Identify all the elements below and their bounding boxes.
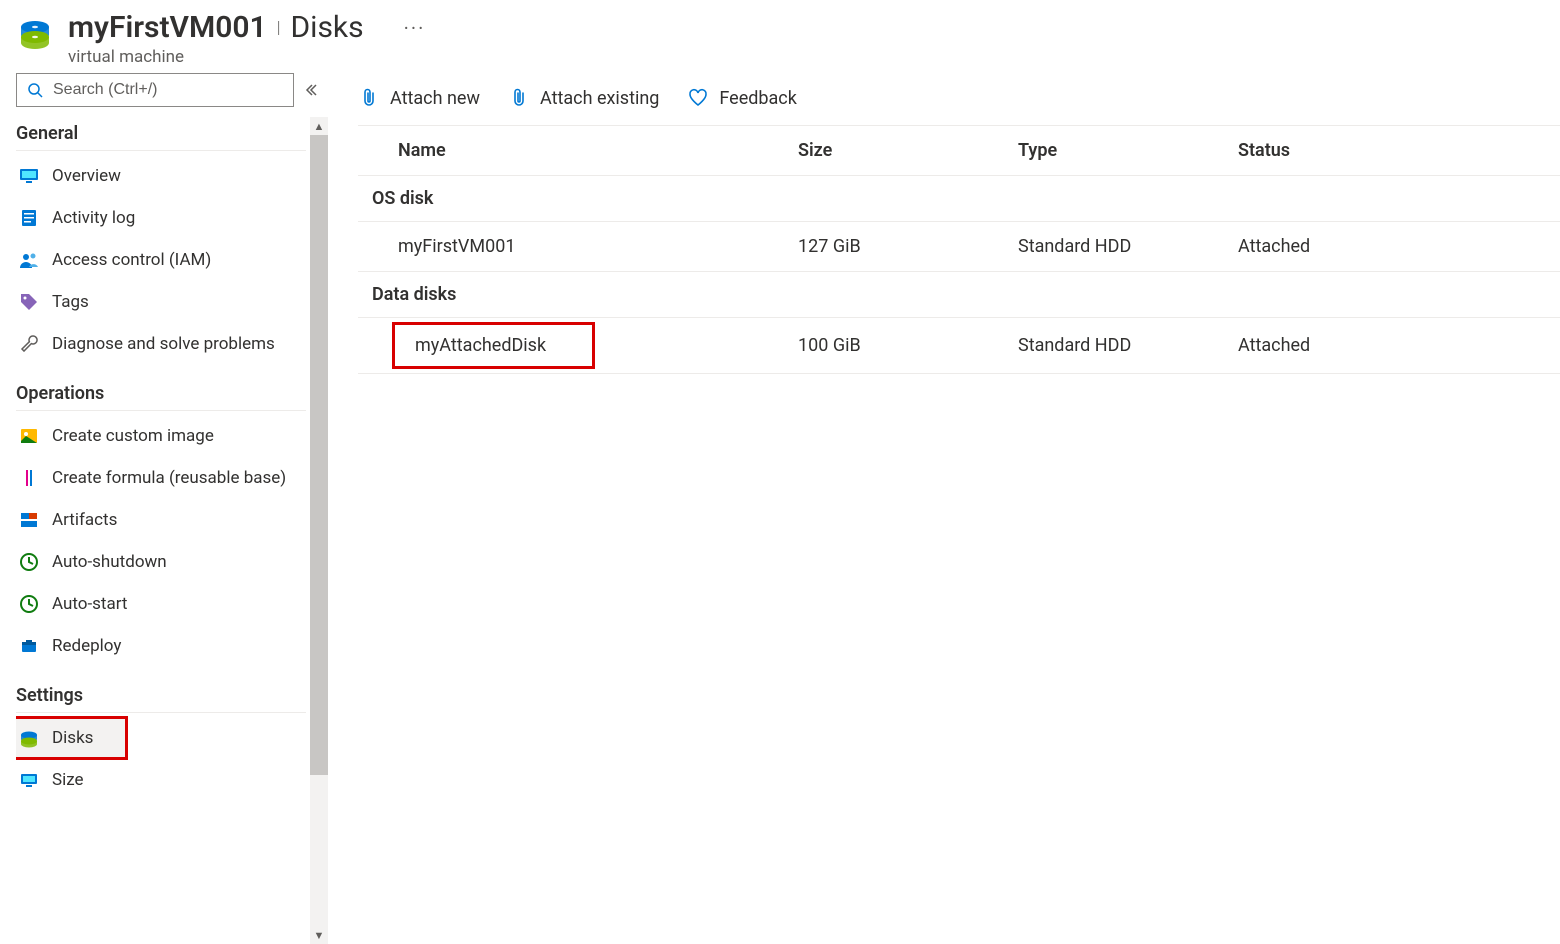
- size-icon: [18, 769, 40, 791]
- sidebar-item-label: Overview: [52, 166, 121, 186]
- sidebar-item-label: Redeploy: [52, 636, 121, 656]
- col-header-status[interactable]: Status: [1238, 140, 1560, 161]
- sidebar-item-label: Create formula (reusable base): [52, 468, 286, 488]
- sidebar-scrollbar[interactable]: ▲ ▼: [310, 117, 328, 944]
- artifacts-icon: [18, 509, 40, 531]
- paperclip-icon: [358, 87, 380, 109]
- sidebar-item-diagnose[interactable]: Diagnose and solve problems: [16, 323, 310, 365]
- sidebar-item-create-custom-image[interactable]: Create custom image: [16, 415, 310, 457]
- title-divider: |: [277, 18, 281, 38]
- flask-icon: [18, 467, 40, 489]
- sidebar-item-label: Auto-start: [52, 594, 127, 614]
- sidebar: General Overview Activity log: [0, 73, 328, 944]
- clock-icon: [18, 551, 40, 573]
- disk-name: myFirstVM001: [398, 236, 798, 257]
- search-input-wrapper[interactable]: [16, 73, 294, 107]
- scroll-down-arrow[interactable]: ▼: [310, 926, 328, 944]
- group-os-disk[interactable]: OS disk: [358, 176, 1560, 222]
- feedback-button[interactable]: Feedback: [687, 87, 796, 109]
- sidebar-item-auto-shutdown[interactable]: Auto-shutdown: [16, 541, 310, 583]
- col-header-name[interactable]: Name: [398, 140, 798, 161]
- more-actions-button[interactable]: ···: [404, 16, 426, 40]
- sidebar-item-label: Artifacts: [52, 510, 117, 530]
- search-input[interactable]: [51, 80, 283, 100]
- attach-existing-button[interactable]: Attach existing: [508, 87, 659, 109]
- sidebar-item-label: Tags: [52, 292, 89, 312]
- group-data-disks[interactable]: Data disks: [358, 272, 1560, 318]
- attach-new-button[interactable]: Attach new: [358, 87, 480, 109]
- page-section: Disks: [290, 10, 363, 45]
- disk-type: Standard HDD: [1018, 335, 1238, 356]
- sidebar-item-label: Create custom image: [52, 426, 214, 446]
- disk-status: Attached: [1238, 236, 1560, 257]
- sidebar-item-redeploy[interactable]: Redeploy: [16, 625, 310, 667]
- col-header-type[interactable]: Type: [1018, 140, 1238, 161]
- sidebar-item-label: Diagnose and solve problems: [52, 334, 275, 354]
- tag-icon: [18, 291, 40, 313]
- sidebar-section-general: General: [16, 117, 306, 151]
- search-icon: [27, 82, 43, 98]
- collapse-sidebar-button[interactable]: [302, 81, 320, 99]
- toolbar: Attach new Attach existing Feedback: [358, 73, 1560, 126]
- sidebar-item-access-control[interactable]: Access control (IAM): [16, 239, 310, 281]
- sidebar-item-label: Access control (IAM): [52, 250, 211, 270]
- sidebar-item-create-formula[interactable]: Create formula (reusable base): [16, 457, 310, 499]
- clock-icon: [18, 593, 40, 615]
- table-row[interactable]: myAttachedDisk 100 GiB Standard HDD Atta…: [358, 318, 1560, 374]
- scroll-up-arrow[interactable]: ▲: [310, 117, 328, 135]
- sidebar-item-label: Disks: [52, 728, 93, 748]
- sidebar-item-disks[interactable]: Disks: [16, 717, 127, 759]
- sidebar-section-settings: Settings: [16, 667, 306, 713]
- col-header-size[interactable]: Size: [798, 140, 1018, 161]
- resource-type-label: virtual machine: [68, 47, 1544, 67]
- toolbar-label: Attach new: [390, 88, 480, 109]
- heart-icon: [687, 87, 709, 109]
- disk-size: 127 GiB: [798, 236, 1018, 257]
- image-icon: [18, 425, 40, 447]
- people-icon: [18, 249, 40, 271]
- page-header: myFirstVM001 | Disks ··· virtual machine: [0, 0, 1560, 73]
- table-header-row: Name Size Type Status: [358, 126, 1560, 176]
- disk-name: myAttachedDisk: [398, 332, 798, 359]
- disks-table: Name Size Type Status OS disk myFirstVM0…: [358, 126, 1560, 374]
- disk-size: 100 GiB: [798, 335, 1018, 356]
- sidebar-item-label: Auto-shutdown: [52, 552, 167, 572]
- disk-type: Standard HDD: [1018, 236, 1238, 257]
- log-icon: [18, 207, 40, 229]
- scrollbar-thumb[interactable]: [310, 135, 328, 775]
- toolbar-label: Attach existing: [540, 88, 659, 109]
- disk-status: Attached: [1238, 335, 1560, 356]
- wrench-icon: [18, 333, 40, 355]
- sidebar-item-auto-start[interactable]: Auto-start: [16, 583, 310, 625]
- page-title: myFirstVM001: [68, 10, 267, 45]
- toolbar-label: Feedback: [719, 88, 796, 109]
- sidebar-item-tags[interactable]: Tags: [16, 281, 310, 323]
- main-content: Attach new Attach existing Feedback: [328, 73, 1560, 944]
- highlight-box: myAttachedDisk: [392, 322, 595, 369]
- redeploy-icon: [18, 635, 40, 657]
- sidebar-item-label: Size: [52, 770, 84, 790]
- paperclip-icon: [508, 87, 530, 109]
- sidebar-section-operations: Operations: [16, 365, 306, 411]
- sidebar-item-overview[interactable]: Overview: [16, 155, 310, 197]
- sidebar-item-activity-log[interactable]: Activity log: [16, 197, 310, 239]
- disk-icon: [16, 14, 54, 52]
- disk-icon: [18, 727, 40, 749]
- sidebar-item-label: Activity log: [52, 208, 135, 228]
- sidebar-item-artifacts[interactable]: Artifacts: [16, 499, 310, 541]
- monitor-icon: [18, 165, 40, 187]
- sidebar-item-size[interactable]: Size: [16, 759, 310, 801]
- table-row[interactable]: myFirstVM001 127 GiB Standard HDD Attach…: [358, 222, 1560, 272]
